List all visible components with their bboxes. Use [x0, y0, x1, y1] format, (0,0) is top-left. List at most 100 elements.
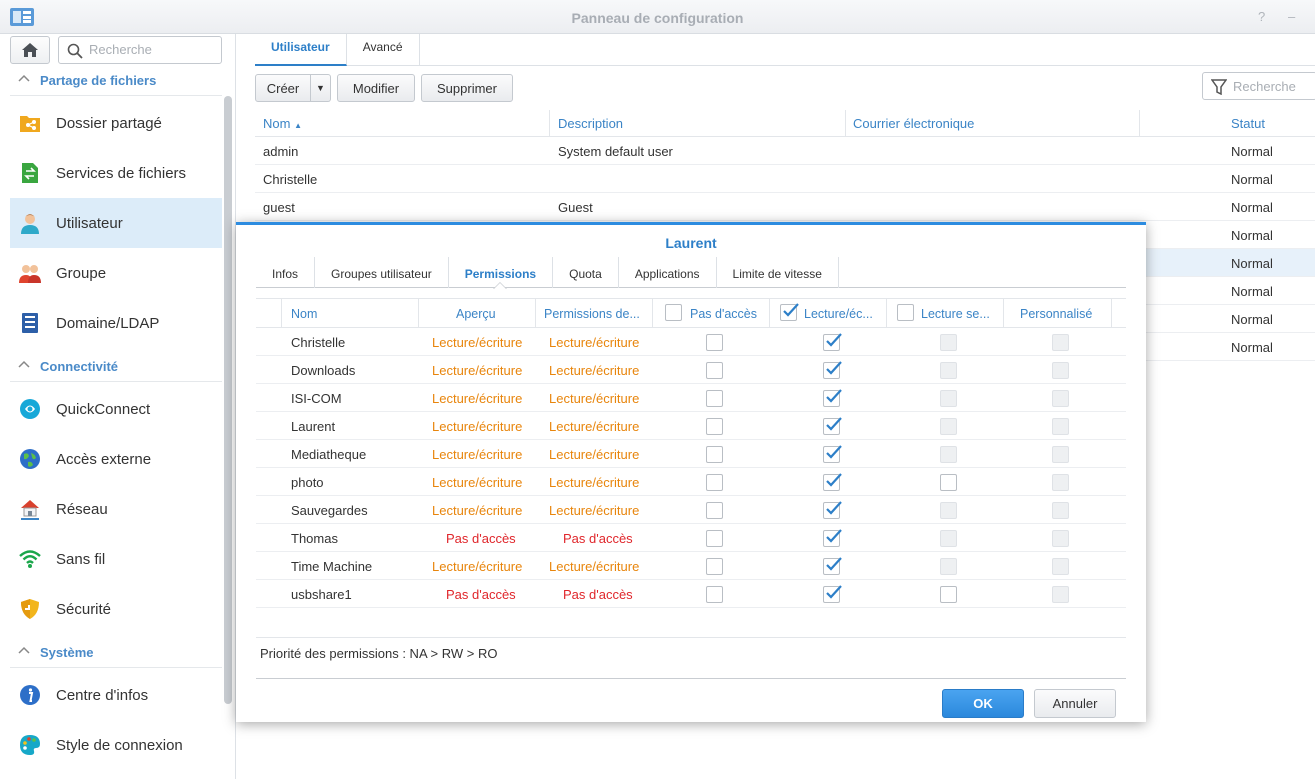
no-access-checkbox[interactable]: [706, 390, 723, 407]
permission-row[interactable]: Thomas Pas d'accès Pas d'accès: [256, 524, 1126, 552]
tab-quota[interactable]: Quota: [553, 257, 619, 288]
tab-permissions[interactable]: Permissions: [449, 257, 554, 289]
shared-folder-icon: [18, 111, 42, 135]
create-dropdown-button[interactable]: ▼: [311, 74, 331, 102]
table-row[interactable]: admin System default user Normal: [255, 137, 1315, 165]
no-access-checkbox[interactable]: [706, 474, 723, 491]
no-access-checkbox[interactable]: [706, 558, 723, 575]
read-write-checkbox[interactable]: [823, 557, 842, 575]
column-email-header[interactable]: Courrier électronique: [853, 116, 974, 131]
sidebar-item-info-center[interactable]: Centre d'infos: [10, 670, 222, 720]
cell-name: Downloads: [291, 363, 356, 378]
cell-permission: Pas d'accès: [563, 587, 633, 602]
sidebar-item-file-services[interactable]: Services de fichiers: [10, 148, 222, 198]
sidebar-item-label: Services de fichiers: [56, 164, 187, 182]
read-write-checkbox[interactable]: [823, 501, 842, 519]
sidebar-item-group[interactable]: Groupe: [10, 248, 222, 298]
column-status-header[interactable]: Statut: [1231, 116, 1265, 131]
no-access-checkbox[interactable]: [706, 586, 723, 603]
create-button[interactable]: Créer: [255, 74, 311, 102]
sidebar-item-network[interactable]: Réseau: [10, 484, 222, 534]
tab-user-groups[interactable]: Groupes utilisateur: [315, 257, 449, 288]
cell-preview: Lecture/écriture: [432, 391, 523, 406]
no-access-checkbox[interactable]: [706, 334, 723, 351]
sidebar-search-input[interactable]: [89, 42, 215, 57]
read-only-all-checkbox[interactable]: [897, 304, 914, 321]
permission-row[interactable]: Christelle Lecture/écriture Lecture/écritu…: [256, 328, 1126, 356]
read-write-checkbox[interactable]: [823, 445, 842, 463]
column-name-header[interactable]: Nom ▲: [263, 116, 302, 131]
window-titlebar: Panneau de configuration ? –: [0, 0, 1315, 34]
read-write-checkbox[interactable]: [823, 473, 842, 491]
sidebar-item-security[interactable]: Sécurité: [10, 584, 222, 634]
tab-infos[interactable]: Infos: [256, 257, 316, 288]
table-row[interactable]: guest Guest Normal: [255, 193, 1315, 221]
sidebar-item-quickconnect[interactable]: QuickConnect: [10, 384, 222, 434]
read-write-checkbox[interactable]: [823, 585, 842, 603]
sidebar-item-domain[interactable]: Domaine/LDAP: [10, 298, 222, 348]
table-row[interactable]: Christelle Normal: [255, 165, 1315, 193]
filter-search-input[interactable]: [1233, 79, 1313, 94]
read-write-checkbox[interactable]: [823, 333, 842, 351]
cell-status: Normal: [1231, 172, 1273, 187]
sidebar-item-wireless[interactable]: Sans fil: [10, 534, 222, 584]
cell-permission: Lecture/écriture: [549, 447, 640, 462]
user-icon: [18, 211, 42, 235]
delete-button[interactable]: Supprimer: [421, 74, 513, 102]
read-write-checkbox[interactable]: [823, 389, 842, 407]
column-preview-header[interactable]: Aperçu: [456, 307, 496, 321]
help-icon[interactable]: ?: [1258, 9, 1265, 24]
permission-row[interactable]: ISI-COM Lecture/écriture Lecture/écriture: [256, 384, 1126, 412]
column-name-header[interactable]: Nom: [291, 307, 317, 321]
column-permissions-header[interactable]: Permissions de...: [544, 307, 640, 321]
cell-name: usbshare1: [291, 587, 352, 602]
permission-row[interactable]: usbshare1 Pas d'accès Pas d'accès: [256, 580, 1126, 608]
home-button[interactable]: [10, 36, 50, 64]
no-access-checkbox[interactable]: [706, 418, 723, 435]
permission-row[interactable]: Sauvegardes Lecture/écriture Lecture/écrit…: [256, 496, 1126, 524]
read-only-checkbox[interactable]: [940, 586, 957, 603]
sort-asc-icon: ▲: [294, 121, 302, 130]
sidebar-search[interactable]: [58, 36, 222, 64]
sidebar-item-external-access[interactable]: Accès externe: [10, 434, 222, 484]
ok-button[interactable]: OK: [942, 689, 1024, 718]
section-connectivity[interactable]: Connectivité: [10, 352, 222, 382]
permission-row[interactable]: photo Lecture/écriture Lecture/écriture: [256, 468, 1126, 496]
read-write-checkbox[interactable]: [823, 529, 842, 547]
no-access-checkbox[interactable]: [706, 362, 723, 379]
sidebar-item-shared-folder[interactable]: Dossier partagé: [10, 98, 222, 148]
cancel-button[interactable]: Annuler: [1034, 689, 1116, 718]
read-write-checkbox[interactable]: [823, 417, 842, 435]
sidebar-scrollbar[interactable]: [224, 96, 232, 704]
no-access-checkbox[interactable]: [706, 502, 723, 519]
sidebar-item-user[interactable]: Utilisateur: [10, 198, 222, 248]
permission-row[interactable]: Laurent Lecture/écriture Lecture/écriture: [256, 412, 1126, 440]
permission-row[interactable]: Downloads Lecture/écriture Lecture/écritur…: [256, 356, 1126, 384]
tab-advanced[interactable]: Avancé: [347, 34, 420, 66]
read-write-checkbox[interactable]: [823, 361, 842, 379]
cell-permission: Pas d'accès: [563, 531, 633, 546]
no-access-all-checkbox[interactable]: [665, 304, 682, 321]
minimize-icon[interactable]: –: [1288, 9, 1295, 24]
modify-button[interactable]: Modifier: [337, 74, 415, 102]
sidebar-item-label: Utilisateur: [56, 214, 123, 232]
cell-permission: Lecture/écriture: [549, 335, 640, 350]
section-file-sharing[interactable]: Partage de fichiers: [10, 66, 222, 96]
no-access-checkbox[interactable]: [706, 530, 723, 547]
tab-speed-limit[interactable]: Limite de vitesse: [717, 257, 839, 288]
sidebar-item-login-style[interactable]: Style de connexion: [10, 720, 222, 770]
filter-search[interactable]: [1202, 72, 1315, 100]
tab-user[interactable]: Utilisateur: [255, 34, 347, 66]
file-services-icon: [18, 161, 42, 185]
sidebar-item-label: Groupe: [56, 264, 107, 282]
read-only-checkbox[interactable]: [940, 474, 957, 491]
permission-row[interactable]: Mediatheque Lecture/écriture Lecture/écrit…: [256, 440, 1126, 468]
tab-applications[interactable]: Applications: [619, 257, 717, 288]
no-access-checkbox[interactable]: [706, 446, 723, 463]
section-system[interactable]: Système: [10, 638, 222, 668]
read-only-checkbox: [940, 530, 957, 547]
column-description-header[interactable]: Description: [558, 116, 623, 131]
home-icon: [22, 43, 38, 57]
permission-row[interactable]: Time Machine Lecture/écriture Lecture/écri…: [256, 552, 1126, 580]
read-write-all-checkbox[interactable]: [780, 303, 799, 321]
